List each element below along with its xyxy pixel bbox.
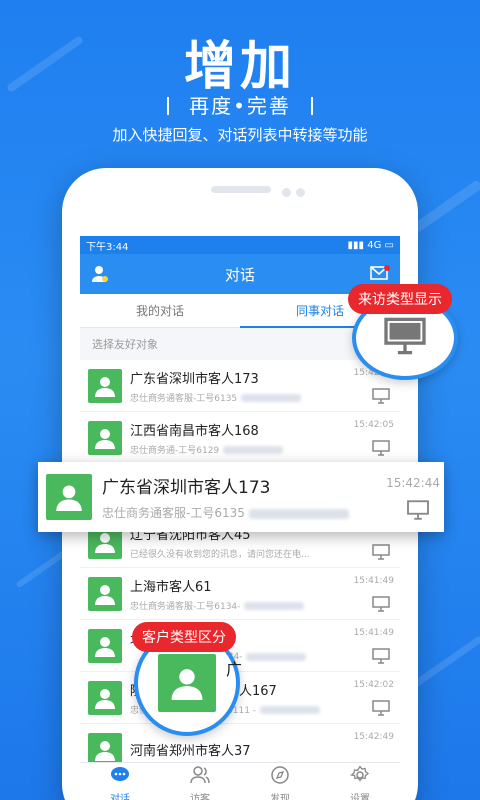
conversation-detail: 已经很久没有收到您的讯息，请问您还在电...: [130, 549, 310, 560]
list-item[interactable]: 江西省南昌市客人168 忠仕商务通-工号6129 15:42:05: [80, 412, 400, 464]
avatar: [88, 680, 122, 715]
avatar: [88, 368, 122, 403]
list-item[interactable]: 广东省深圳市客人173 忠仕商务通客服-工号6135 15:42:44: [80, 360, 400, 412]
nav-label: 访客: [190, 793, 210, 800]
phone-camera: [282, 188, 291, 197]
pc-visitor-icon: [372, 596, 390, 616]
conversation-name-fragment: 广: [226, 660, 243, 679]
blurred-text: [244, 602, 305, 610]
nav-chat[interactable]: 对话: [80, 763, 160, 800]
phone-sensor: [296, 188, 305, 197]
user-settings-icon[interactable]: [90, 264, 110, 288]
blurred-text: [241, 394, 302, 402]
battery-icon: ▭: [384, 239, 394, 251]
divider: [310, 97, 313, 115]
gear-icon: [349, 764, 370, 790]
blurred-text: [248, 508, 349, 519]
conversation-time: 15:41:49: [353, 576, 394, 586]
promo-subtitle: 再度•完善: [0, 90, 480, 119]
avatar: [88, 576, 122, 611]
conversation-time: 15:42:49: [353, 732, 394, 742]
chat-icon: [110, 765, 130, 790]
phone-speaker: [211, 186, 271, 193]
avatar: [46, 474, 92, 520]
message-icon[interactable]: [370, 265, 390, 285]
nav-label: 发现: [270, 793, 290, 800]
header-title: 对话: [224, 265, 255, 284]
conversation-detail: 忠仕商务通-工号6129: [130, 445, 220, 456]
highlighted-conversation-card[interactable]: 广东省深圳市客人173 忠仕商务通客服-工号6135 15:42:44: [38, 462, 444, 532]
blurred-text: [260, 706, 321, 714]
nav-settings[interactable]: 设置: [320, 763, 400, 800]
avatar: [88, 628, 122, 663]
conversation-time: 15:42:02: [353, 680, 394, 690]
callout-visitor-type: 来访类型显示: [348, 284, 452, 314]
conversation-name: 广东省深圳市客人173: [102, 478, 271, 498]
conversation-name: 河南省郑州市客人37: [130, 744, 251, 759]
avatar: [88, 420, 122, 455]
monitor-icon: [383, 317, 427, 359]
avatar: [158, 654, 216, 712]
nav-discover[interactable]: 发现: [240, 763, 320, 800]
conversation-detail: 忠仕商务通客服-工号6135: [102, 506, 245, 520]
pc-visitor-icon: [372, 544, 390, 564]
promo-subtitle-text: 再度•完善: [189, 94, 291, 118]
status-time: 下午3:44: [86, 241, 129, 253]
conversation-time: 15:42:44: [386, 476, 440, 490]
blurred-text: [223, 446, 284, 454]
pc-visitor-icon: [372, 388, 390, 408]
callout-customer-type: 客户类型区分: [132, 622, 236, 652]
conversation-name: 江西省南昌市客人168: [130, 423, 259, 439]
pc-visitor-icon: [406, 500, 430, 524]
nav-label: 设置: [350, 793, 370, 800]
promo-title: 增加: [183, 37, 296, 97]
conversation-name: 上海市客人61: [130, 579, 212, 595]
network-label: 4G: [367, 239, 382, 251]
conversation-time: 15:41:49: [353, 628, 394, 638]
visitors-icon: [190, 765, 210, 790]
pc-visitor-icon: [372, 648, 390, 668]
conversation-detail: 忠仕商务通客服-工号6134-: [130, 601, 241, 612]
pc-visitor-icon: [372, 440, 390, 460]
conversation-detail: 忠仕商务通客服-工号6135: [130, 393, 238, 404]
bottom-nav: 对话 访客 发现 设置: [80, 762, 400, 800]
nav-label: 对话: [110, 793, 130, 800]
signal-icon: ▮▮▮: [347, 239, 365, 251]
status-bar: 下午3:44 ▮▮▮ 4G ▭: [80, 236, 400, 254]
conversation-list: 广东省深圳市客人173 忠仕商务通客服-工号6135 15:42:44 江西省南…: [80, 360, 400, 776]
divider: [167, 97, 170, 115]
nav-visitors[interactable]: 访客: [160, 763, 240, 800]
list-item[interactable]: 上海市客人61 忠仕商务通客服-工号6134- 15:41:49: [80, 568, 400, 620]
conversation-name: 广东省深圳市客人173: [130, 371, 259, 387]
conversation-name-tail: 人167: [239, 683, 277, 699]
compass-icon: [270, 765, 290, 790]
tab-my-conversations[interactable]: 我的对话: [80, 294, 240, 327]
promo-description: 加入快捷回复、对话列表中转接等功能: [112, 126, 368, 144]
conversation-time: 15:42:05: [353, 420, 394, 430]
pc-visitor-icon: [372, 700, 390, 720]
status-icons: ▮▮▮ 4G ▭: [348, 240, 394, 251]
blurred-text: [246, 652, 307, 661]
